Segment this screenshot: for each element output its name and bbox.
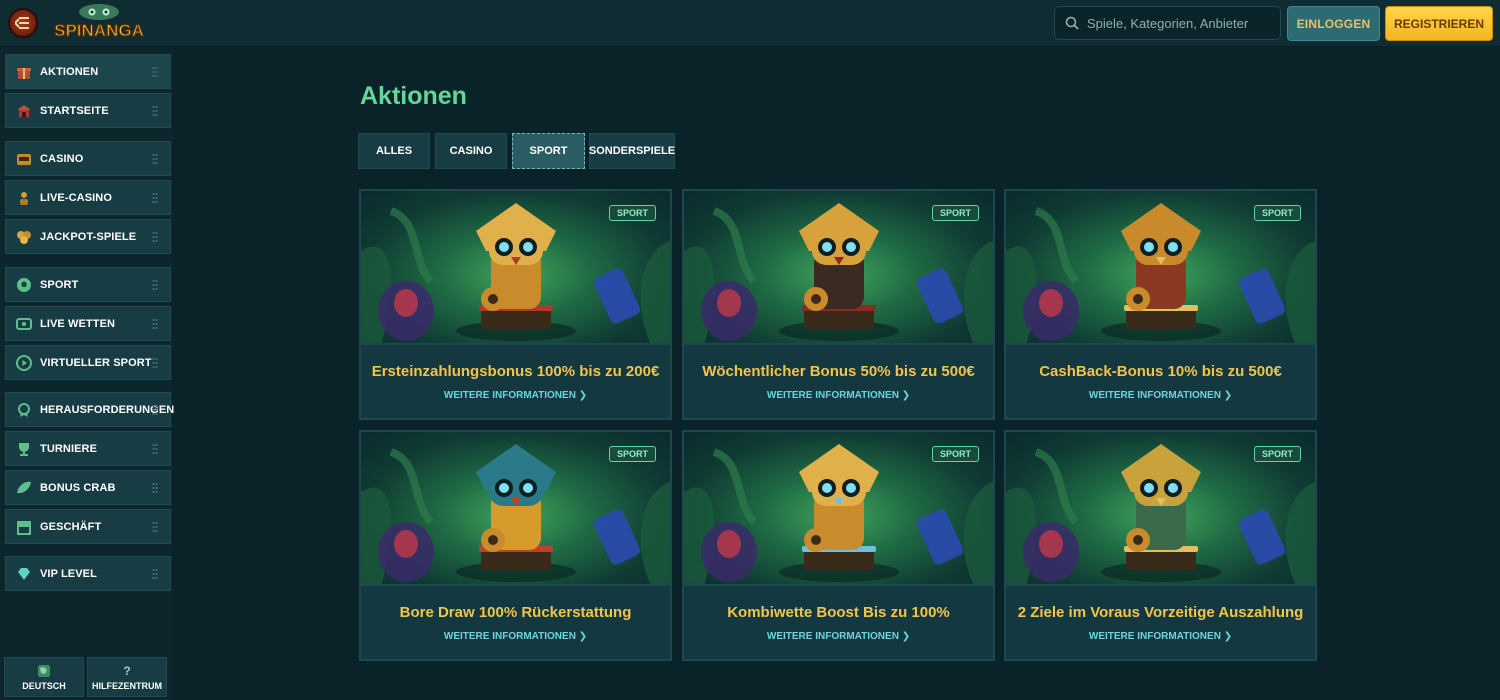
- more-info-link[interactable]: WEITERE INFORMATIONEN ❯: [1006, 631, 1315, 642]
- tab-casino[interactable]: CASINO: [435, 133, 507, 169]
- gift-icon: [16, 64, 32, 80]
- drag-handle-icon: [152, 231, 158, 243]
- more-info-link[interactable]: WEITERE INFORMATIONEN ❯: [684, 390, 993, 401]
- drag-handle-icon: [152, 153, 158, 165]
- slot-machine-icon: [16, 151, 32, 167]
- sidebar-item-startseite[interactable]: STARTSEITE: [5, 93, 171, 128]
- language-label: DEUTSCH: [22, 680, 66, 691]
- promo-title: Wöchentlicher Bonus 50% bis zu 500€: [702, 363, 975, 380]
- promo-card[interactable]: SPORT CashBack-Bonus 10% bis zu 500€ WEITE…: [1004, 189, 1317, 420]
- sidebar-item-label: AKTIONEN: [40, 65, 99, 78]
- sidebar-item-label: CASINO: [40, 152, 84, 165]
- drag-handle-icon: [152, 482, 158, 494]
- spinanga-logo[interactable]: SPINANGA: [52, 2, 147, 44]
- live-tv-icon: [16, 316, 32, 332]
- sidebar-item-label: VIRTUELLER SPORT: [40, 356, 152, 369]
- drag-handle-icon: [152, 279, 158, 291]
- promo-title: Kombiwette Boost Bis zu 100%: [727, 604, 950, 621]
- drag-handle-icon: [152, 192, 158, 204]
- category-badge: SPORT: [931, 205, 979, 221]
- drag-handle-icon: [152, 66, 158, 78]
- coins-icon: [16, 229, 32, 245]
- help-label: HILFEZENTRUM: [92, 680, 162, 691]
- promo-card[interactable]: SPORT Kombiwette Boost Bis zu 100% WEITERE…: [682, 430, 995, 661]
- category-badge: SPORT: [1253, 446, 1301, 462]
- medal-icon: [16, 402, 32, 418]
- sidebar-item-label: LIVE WETTEN: [40, 317, 116, 330]
- more-info-link[interactable]: WEITERE INFORMATIONEN ❯: [361, 390, 670, 401]
- drag-handle-icon: [152, 404, 158, 416]
- sidebar-item-vip-level[interactable]: VIP LEVEL: [5, 556, 171, 591]
- shop-icon: [16, 519, 32, 535]
- sidebar-item-turniere[interactable]: TURNIERE: [5, 431, 171, 466]
- promo-card[interactable]: SPORT Bore Draw 100% Rückerstattung WEITER…: [359, 430, 672, 661]
- sidebar-item-label: STARTSEITE: [40, 104, 109, 117]
- sidebar-item-sport[interactable]: SPORT: [5, 267, 171, 302]
- drag-handle-icon: [152, 105, 158, 117]
- sidebar-item-label: SPORT: [40, 278, 79, 291]
- sidebar-item-label: LIVE-CASINO: [40, 191, 112, 204]
- sidebar-item-live-wetten[interactable]: LIVE WETTEN: [5, 306, 171, 341]
- top-header: SPINANGA EINLOGGEN REGISTRIEREN: [0, 0, 1500, 47]
- question-mark-icon: ?: [123, 663, 131, 678]
- promo-title: Bore Draw 100% Rückerstattung: [399, 604, 632, 621]
- play-icon: [16, 354, 32, 371]
- menu-toggle-button[interactable]: [8, 8, 38, 38]
- drag-handle-icon: [152, 443, 158, 455]
- sidebar-item-aktionen[interactable]: AKTIONEN: [5, 54, 171, 89]
- promo-title: Ersteinzahlungsbonus 100% bis zu 200€: [371, 363, 660, 380]
- promo-title: CashBack-Bonus 10% bis zu 500€: [1039, 363, 1282, 380]
- page-title: Aktionen: [360, 82, 467, 110]
- more-info-link[interactable]: WEITERE INFORMATIONEN ❯: [361, 631, 670, 642]
- register-button[interactable]: REGISTRIEREN: [1385, 6, 1493, 41]
- sidebar-item-label: VIP LEVEL: [40, 567, 97, 580]
- search-icon: [1065, 16, 1079, 30]
- sidebar-item-geschaeft[interactable]: GESCHÄFT: [5, 509, 171, 544]
- sidebar-item-label: TURNIERE: [40, 442, 98, 455]
- sidebar-item-jackpot-spiele[interactable]: JACKPOT-SPIELE: [5, 219, 171, 254]
- search-field[interactable]: [1054, 6, 1281, 40]
- category-badge: SPORT: [608, 205, 656, 221]
- drag-handle-icon: [152, 521, 158, 533]
- category-badge: SPORT: [931, 446, 979, 462]
- login-button[interactable]: EINLOGGEN: [1287, 6, 1380, 41]
- more-info-link[interactable]: WEITERE INFORMATIONEN ❯: [684, 631, 993, 642]
- soccer-ball-icon: [16, 277, 32, 293]
- sidebar-item-herausforderungen[interactable]: HERAUSFORDERUNGEN: [5, 392, 174, 427]
- search-input[interactable]: [1087, 15, 1272, 31]
- tab-sport[interactable]: SPORT: [512, 133, 585, 169]
- promo-title: 2 Ziele im Voraus Vorzeitige Auszahlung: [1017, 604, 1304, 621]
- help-center-button[interactable]: ? HILFEZENTRUM: [87, 657, 167, 697]
- temple-icon: [16, 103, 32, 119]
- tab-sonderspiele[interactable]: SONDERSPIELE: [589, 133, 675, 169]
- drag-handle-icon: [152, 568, 158, 580]
- drag-handle-icon: [152, 357, 158, 369]
- sidebar-item-virtueller-sport[interactable]: VIRTUELLER SPORT: [5, 345, 171, 380]
- promo-card[interactable]: SPORT Wöchentlicher Bonus 50% bis zu 500€…: [682, 189, 995, 420]
- sidebar-item-casino[interactable]: CASINO: [5, 141, 171, 176]
- promo-card[interactable]: SPORT 2 Ziele im Voraus Vorzeitige Auszah…: [1004, 430, 1317, 661]
- more-info-link[interactable]: WEITERE INFORMATIONEN ❯: [1006, 390, 1315, 401]
- diamond-icon: [16, 566, 32, 582]
- drag-handle-icon: [152, 318, 158, 330]
- tab-alles[interactable]: ALLES: [358, 133, 430, 169]
- sidebar-item-live-casino[interactable]: LIVE-CASINO: [5, 180, 171, 215]
- promo-card[interactable]: SPORT Ersteinzahlungsbonus 100% bis zu 20…: [359, 189, 672, 420]
- trophy-icon: [16, 441, 32, 457]
- sidebar: AKTIONEN STARTSEITE CASINO LIVE-CASINO J…: [0, 48, 174, 700]
- sidebar-item-label: JACKPOT-SPIELE: [40, 230, 137, 243]
- menu-arrows-icon: [15, 17, 29, 29]
- language-button[interactable]: DEUTSCH: [4, 657, 84, 697]
- sidebar-item-bonus-crab[interactable]: BONUS CRAB: [5, 470, 171, 505]
- leaf-icon: [16, 480, 32, 496]
- globe-map-icon: [38, 664, 50, 677]
- sidebar-item-label: BONUS CRAB: [40, 481, 116, 494]
- dealer-icon: [16, 190, 32, 206]
- category-badge: SPORT: [1253, 205, 1301, 221]
- category-badge: SPORT: [608, 446, 656, 462]
- svg-text:SPINANGA: SPINANGA: [54, 21, 144, 40]
- sidebar-item-label: GESCHÄFT: [40, 520, 102, 533]
